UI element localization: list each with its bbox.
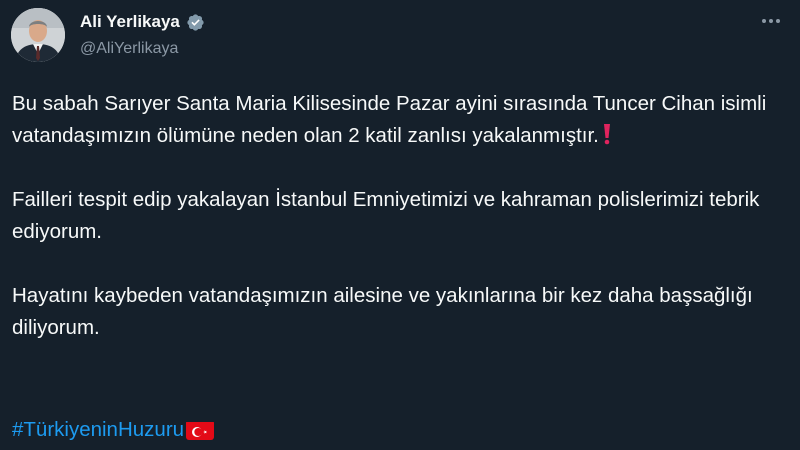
verified-badge-icon: [186, 13, 205, 32]
tweet-paragraph-2: Failleri tespit edip yakalayan İstanbul …: [12, 188, 760, 243]
hashtag-link[interactable]: #TürkiyeninHuzuru: [12, 414, 184, 446]
author-display-name[interactable]: Ali Yerlikaya: [80, 12, 180, 32]
more-dots-icon[interactable]: [758, 8, 784, 34]
tweet-card: Ali Yerlikaya @AliYerlikaya Bu sabah Sar…: [0, 0, 800, 450]
tweet-paragraph-1-text: Bu sabah Sarıyer Santa Maria Kilisesinde…: [12, 92, 767, 147]
hashtag-line: #TürkiyeninHuzuru: [12, 414, 215, 446]
red-exclamation-icon: [603, 120, 611, 152]
author-name-row: Ali Yerlikaya: [80, 12, 205, 32]
author-handle[interactable]: @AliYerlikaya: [80, 39, 178, 59]
avatar[interactable]: [11, 8, 65, 62]
tweet-body: Bu sabah Sarıyer Santa Maria Kilisesinde…: [12, 88, 782, 344]
tweet-paragraph-1: Bu sabah Sarıyer Santa Maria Kilisesinde…: [12, 88, 782, 152]
turkey-flag-icon: [186, 420, 215, 440]
tweet-paragraph-3: Hayatını kaybeden vatandaşımızın ailesin…: [12, 284, 753, 339]
